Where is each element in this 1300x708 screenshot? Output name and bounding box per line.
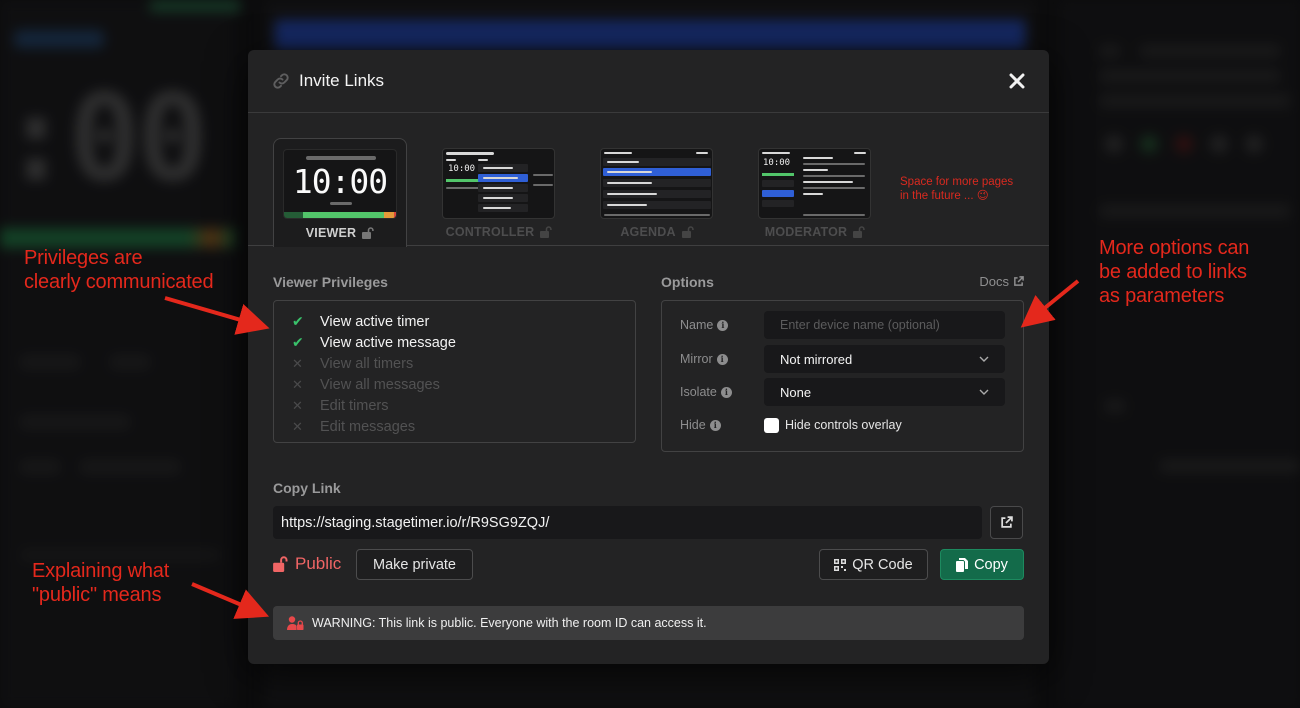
device-name-input[interactable] [764, 311, 1005, 339]
option-name-row: Name i [680, 311, 1005, 339]
unlock-icon [681, 226, 694, 238]
hide-controls-label: Hide controls overlay [785, 418, 902, 432]
moderator-thumbnail-time: 10:00 [763, 158, 791, 168]
annotation-privileges: Privileges are clearly communicated [24, 247, 214, 293]
x-icon: ✕ [292, 397, 303, 413]
future-pages-note: Space for more pages in the future ... 😉 [900, 176, 1014, 202]
x-icon: ✕ [292, 418, 303, 434]
controller-thumbnail-time: 10:00 [448, 164, 476, 174]
qr-code-icon [834, 558, 847, 571]
tab-agenda-label: AGENDA [620, 225, 676, 239]
x-icon: ✕ [292, 376, 303, 392]
check-icon: ✔ [292, 313, 304, 329]
tab-viewer-label: VIEWER [305, 226, 357, 240]
link-icon [273, 73, 289, 89]
qr-code-button[interactable]: QR Code [819, 549, 928, 580]
user-lock-icon [287, 616, 304, 630]
copy-button[interactable]: Copy [940, 549, 1024, 580]
x-icon: ✕ [292, 355, 303, 371]
chevron-down-icon [979, 356, 989, 362]
modal-title: Invite Links [299, 71, 385, 90]
tab-controller[interactable]: 10:00 CONTROLLER [432, 138, 566, 246]
external-link-icon [1014, 276, 1024, 286]
make-private-button[interactable]: Make private [356, 549, 473, 580]
check-icon: ✔ [292, 334, 304, 350]
open-link-button[interactable] [990, 506, 1023, 539]
external-link-icon [1001, 516, 1013, 528]
privilege-item: ✕ View all timers [292, 355, 414, 372]
privilege-item: ✔ View active message [292, 334, 456, 351]
info-icon[interactable]: i [720, 386, 732, 398]
info-icon[interactable]: i [717, 319, 729, 331]
tab-moderator[interactable]: 10:00 MODERATOR [748, 138, 882, 246]
privilege-item: ✔ View active timer [292, 313, 430, 330]
tab-agenda[interactable]: AGENDA [590, 138, 724, 246]
tab-viewer[interactable]: 10:00 VIEWER [273, 138, 407, 247]
controller-thumbnail: 10:00 [442, 148, 555, 219]
page-type-tabs: 10:00 VIEWER 10:00 CONTROLLER AGENDA 10:… [248, 113, 1049, 247]
options-panel: Namei Mirrori Not mirrored Isolatei None… [661, 300, 1024, 452]
moderator-thumbnail: 10:00 [758, 148, 871, 219]
copy-link-title: Copy Link [273, 480, 341, 496]
visibility-status: Public [273, 554, 341, 574]
unlock-icon [540, 226, 553, 238]
privileges-title: Viewer Privileges [273, 274, 388, 290]
unlock-icon [853, 226, 865, 238]
agenda-thumbnail [600, 148, 713, 219]
tab-controller-label: CONTROLLER [445, 225, 535, 239]
viewer-thumbnail: 10:00 [283, 149, 397, 219]
annotation-public: Explaining what "public" means [32, 560, 170, 606]
background-right-panel [1060, 0, 1300, 708]
option-isolate-row: Isolate i None [680, 378, 1005, 406]
docs-link[interactable]: Docs [979, 274, 1024, 289]
privilege-item: ✕ Edit messages [292, 418, 416, 435]
unlock-icon [362, 227, 374, 239]
copy-icon [956, 557, 969, 572]
hide-controls-checkbox[interactable] [764, 417, 779, 433]
info-icon[interactable]: i [716, 353, 728, 365]
viewer-thumbnail-time: 10:00 [292, 162, 388, 201]
option-mirror-row: Mirror i Not mirrored [680, 345, 1005, 373]
link-url-field[interactable]: https://staging.stagetimer.io/r/R9SG9ZQJ… [273, 506, 982, 539]
annotation-options: More options can be added to links as pa… [1099, 237, 1250, 307]
unlock-icon [273, 556, 288, 572]
options-title: Options [661, 274, 714, 290]
public-warning-banner: WARNING: This link is public. Everyone w… [273, 606, 1024, 640]
invite-links-modal: Invite Links 10:00 VIEWER 10:00 CONTROLL… [248, 50, 1049, 664]
mirror-select[interactable]: Not mirrored [764, 345, 1005, 373]
tab-moderator-label: MODERATOR [764, 225, 848, 239]
chevron-down-icon [979, 389, 989, 395]
close-icon[interactable] [1007, 71, 1027, 91]
option-hide-row: Hide i Hide controls overlay [680, 417, 902, 433]
privilege-item: ✕ View all messages [292, 376, 440, 393]
privileges-list: ✔ View active timer ✔ View active message … [273, 300, 636, 443]
modal-header: Invite Links [248, 50, 1049, 113]
info-icon[interactable]: i [709, 419, 721, 431]
isolate-select[interactable]: None [764, 378, 1005, 406]
privilege-item: ✕ Edit timers [292, 397, 389, 414]
